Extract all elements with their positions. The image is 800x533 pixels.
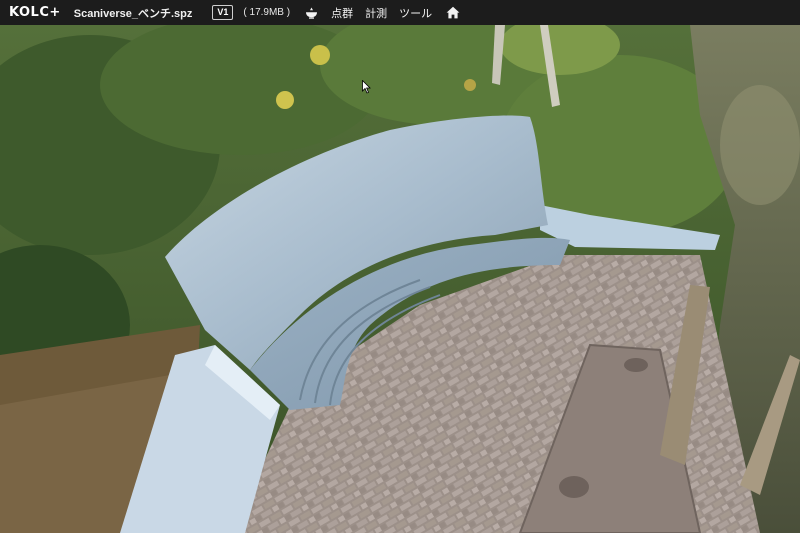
- 3d-viewport[interactable]: [0, 5, 800, 533]
- home-icon[interactable]: [446, 6, 460, 20]
- point-cloud-menu[interactable]: 点群: [331, 5, 353, 21]
- bowl-view-icon[interactable]: [304, 6, 318, 20]
- scene-render: [0, 5, 800, 533]
- file-size: ( 17.9MB ): [243, 7, 291, 18]
- tools-menu[interactable]: ツール: [399, 5, 432, 21]
- version-badge[interactable]: V1: [212, 5, 234, 20]
- top-toolbar: KOLC+ Scaniverse_ベンチ.spz V1 ( 17.9MB ) 点…: [0, 0, 800, 25]
- app-logo[interactable]: KOLC+: [9, 5, 61, 20]
- measure-menu[interactable]: 計測: [365, 5, 387, 21]
- viewer-app: KOLC+ Scaniverse_ベンチ.spz V1 ( 17.9MB ) 点…: [0, 0, 800, 533]
- file-name: Scaniverse_ベンチ.spz: [73, 7, 193, 20]
- mouse-cursor-icon: [362, 79, 372, 98]
